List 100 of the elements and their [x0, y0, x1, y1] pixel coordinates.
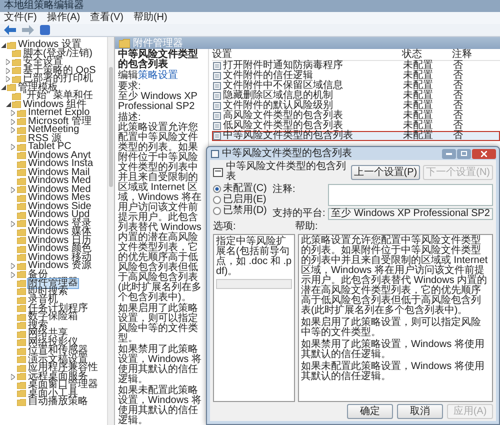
radio-option[interactable]: 未配置(C): [213, 184, 268, 194]
policy-row[interactable]: 打开附件时通知防病毒程序 未配置 否: [212, 61, 500, 71]
tree-item[interactable]: RSS 源: [28, 134, 62, 143]
radio-button[interactable]: [213, 196, 221, 204]
expand-arrow-icon[interactable]: [10, 110, 16, 116]
collapse-arrow-icon[interactable]: [0, 42, 6, 48]
table-cell-text: 否: [453, 72, 464, 80]
tree-item[interactable]: Windows 资源: [28, 262, 92, 270]
policy-row[interactable]: 文件附件的默认风险级别 未配置 否: [212, 101, 500, 111]
tree-item[interactable]: Windows 媒体: [28, 228, 92, 236]
tree-item[interactable]: Windows 组件: [23, 100, 86, 109]
tree-item[interactable]: Internet Explo: [28, 109, 90, 118]
expand-arrow-icon[interactable]: [10, 374, 16, 380]
minimize-button[interactable]: [442, 148, 456, 158]
expand-arrow-icon[interactable]: [5, 76, 11, 82]
policy-name: 高风险文件类型的包含列表: [223, 112, 343, 120]
tree-item[interactable]: Windows Med: [28, 177, 91, 186]
policy-row[interactable]: 中等风险文件类型的包含列表 未配置 否: [212, 131, 500, 141]
tree-item[interactable]: Windows Anyt: [28, 152, 91, 160]
option-description: 指定中等风险扩展名(包括前导句点，如 .doc 和 .pdf)。: [216, 237, 292, 277]
tree-item[interactable]: 桌面窗口管理器: [28, 381, 98, 390]
table-cell-text: 未配置: [403, 122, 434, 130]
menu-item[interactable]: 查看(V): [90, 12, 124, 24]
column-header[interactable]: 设置: [212, 49, 402, 60]
tree-item[interactable]: NetMeeting: [28, 126, 80, 134]
policy-name: 打开附件时通知防病毒程序: [223, 62, 343, 70]
expand-arrow-icon[interactable]: [10, 127, 16, 134]
policy-row[interactable]: 隐藏删除区域信息的机制 未配置 否: [212, 91, 500, 101]
policy-icon: [211, 150, 219, 158]
tree-item[interactable]: 桌面小工具: [28, 390, 78, 398]
policy-settings-link[interactable]: 策略设置: [138, 70, 178, 81]
collapse-arrow-icon[interactable]: [0, 85, 6, 90]
tree-item[interactable]: 网络共享: [28, 330, 68, 338]
expand-arrow-icon[interactable]: [5, 59, 11, 66]
nav-button[interactable]: 上一个设置(P): [350, 164, 420, 180]
expand-arrow-icon[interactable]: [10, 263, 16, 270]
policy-name: 文件附件的默认风险级别: [223, 102, 333, 110]
maximize-icon: [461, 151, 467, 156]
table-cell-text: 未配置: [403, 132, 434, 140]
expand-arrow-icon[interactable]: [10, 186, 16, 193]
scrollbar[interactable]: [107, 37, 114, 425]
tree-item[interactable]: "开始" 菜单和任: [23, 92, 93, 100]
tree-item[interactable]: Windows Mail: [28, 168, 90, 177]
tree-item[interactable]: 自动播放策略: [28, 398, 88, 406]
menu-item[interactable]: 操作(A): [46, 12, 80, 24]
radio-button[interactable]: [213, 207, 221, 215]
tree-item[interactable]: 备份: [28, 270, 48, 279]
tree-item[interactable]: Windows 移动: [28, 254, 92, 262]
expand-arrow-icon[interactable]: [5, 68, 11, 74]
tree-item[interactable]: 远程桌面服务: [28, 372, 88, 381]
policy-row[interactable]: 低风险文件类型的包含列表 未配置 否: [212, 121, 500, 131]
minimize-icon: [446, 152, 452, 154]
tree-item[interactable]: 应用程序兼容性: [28, 364, 98, 372]
tree-item[interactable]: 录音机: [28, 296, 58, 304]
tree-item[interactable]: 网络投影仪: [28, 338, 78, 347]
tree-item[interactable]: 安全设置: [23, 58, 63, 66]
tree-item[interactable]: 位置和传感器: [28, 347, 88, 356]
tree-item[interactable]: Windows Mes: [28, 194, 90, 202]
policy-row[interactable]: 文件附件的信任逻辑 未配置 否: [212, 71, 500, 81]
tree-item[interactable]: Microsoft 管理: [28, 118, 92, 126]
tree-item[interactable]: 搜索: [28, 322, 48, 330]
dialog-button[interactable]: 取消: [397, 404, 443, 419]
maximize-button[interactable]: [457, 148, 471, 158]
policy-row[interactable]: 文件附件中不保留区域信息 未配置 否: [212, 81, 500, 91]
tree-item[interactable]: Windows Insta: [28, 160, 94, 168]
tree-item[interactable]: 已部署的打印机: [23, 75, 93, 84]
tree-item[interactable]: Windows Med: [28, 186, 91, 194]
column-header[interactable]: 注释: [452, 49, 482, 60]
policy-icon: [213, 112, 221, 120]
radio-button[interactable]: [213, 185, 221, 193]
tree-item[interactable]: 演示文稿设置: [28, 356, 88, 364]
menu-item[interactable]: 帮助(H): [133, 12, 168, 24]
expand-arrow-icon[interactable]: [10, 118, 16, 125]
tree-item[interactable]: 数字保险箱: [28, 313, 78, 322]
expand-arrow-icon[interactable]: [10, 272, 16, 278]
radio-option[interactable]: 已禁用(D): [213, 206, 268, 216]
dialog-button[interactable]: 确定: [347, 404, 393, 419]
collapse-arrow-icon[interactable]: [5, 102, 11, 108]
close-button[interactable]: [472, 148, 496, 158]
tree-item[interactable]: Windows 登录: [28, 220, 92, 228]
tree-item[interactable]: 任务计划程序: [28, 304, 88, 313]
expand-arrow-icon[interactable]: [10, 144, 16, 150]
tree-item[interactable]: Windows Upd: [28, 211, 90, 220]
comment-field[interactable]: [328, 184, 493, 206]
options-label: 选项:: [213, 222, 237, 232]
back-icon[interactable]: [4, 25, 16, 35]
tree-item[interactable]: Windows Side: [28, 202, 92, 211]
radio-option[interactable]: 已启用(E): [213, 195, 268, 205]
tree-item[interactable]: Windows 日历: [28, 236, 92, 245]
tree-item[interactable]: 即时搜索: [28, 288, 68, 296]
menu-item[interactable]: 文件(F): [4, 12, 37, 24]
column-header[interactable]: 状态: [402, 49, 452, 60]
table-cell-text: 否: [453, 62, 464, 70]
forward-icon[interactable]: [22, 25, 34, 35]
expand-arrow-icon[interactable]: [10, 220, 16, 227]
description-label: 描述:: [118, 113, 141, 123]
comment-label: 注释:: [272, 184, 296, 197]
policy-row[interactable]: 高风险文件类型的包含列表 未配置 否: [212, 111, 500, 121]
tree-item[interactable]: Tablet PC: [28, 143, 72, 152]
tree-item[interactable]: Windows 颜色: [28, 245, 92, 254]
